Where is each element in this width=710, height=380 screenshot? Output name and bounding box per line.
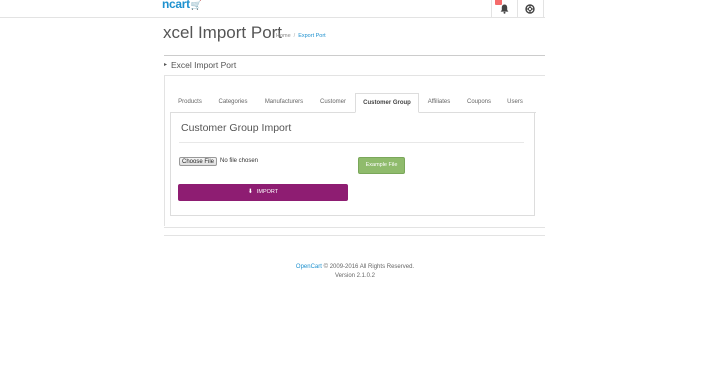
file-status-text: No file chosen bbox=[220, 158, 259, 164]
footer-version: Version 2.1.0.2 bbox=[334, 273, 376, 279]
tab-manufacturers[interactable]: Manufacturers bbox=[259, 93, 309, 112]
tab-products[interactable]: Products bbox=[173, 93, 207, 112]
tab-categories[interactable]: Categories bbox=[214, 93, 252, 112]
cart-icon: 🛒 bbox=[190, 0, 202, 10]
life-ring-icon bbox=[525, 3, 535, 14]
breadcrumb: Home / Export Port bbox=[276, 33, 326, 39]
breadcrumb-separator: / bbox=[293, 33, 296, 39]
top-header: ncart🛒 bbox=[0, 0, 545, 18]
tab-users[interactable]: Users bbox=[504, 93, 526, 112]
copyright-text: © 2009-2016 All Rights Reserved. bbox=[321, 264, 415, 270]
opencart-link[interactable]: OpenCart bbox=[296, 264, 322, 270]
divider bbox=[164, 227, 545, 228]
import-tabs: Products Categories Manufacturers Custom… bbox=[170, 93, 536, 113]
breadcrumb-export-port-link[interactable]: Export Port bbox=[298, 33, 326, 39]
divider bbox=[164, 235, 545, 236]
caret-right-icon: ▸ bbox=[164, 62, 168, 68]
tab-customer[interactable]: Customer bbox=[316, 93, 350, 112]
panel-border bbox=[164, 76, 165, 226]
section-title: Customer Group Import bbox=[181, 122, 292, 134]
panel-heading: ▸ Excel Import Port bbox=[164, 56, 545, 76]
notification-badge bbox=[495, 0, 502, 5]
footer-copyright: OpenCart © 2009-2016 All Rights Reserved… bbox=[0, 264, 710, 270]
import-button[interactable]: ⬇ IMPORT bbox=[178, 184, 348, 201]
header-divider bbox=[543, 0, 544, 17]
breadcrumb-home-link[interactable]: Home bbox=[276, 33, 291, 39]
download-icon: ⬇ bbox=[247, 189, 253, 195]
logo-text: ncart bbox=[162, 0, 190, 11]
bell-icon bbox=[500, 4, 508, 14]
help-button[interactable] bbox=[517, 0, 543, 17]
divider bbox=[179, 142, 524, 143]
page-title: xcel Import Port bbox=[163, 23, 283, 42]
panel-title: Excel Import Port bbox=[171, 60, 237, 70]
tab-affiliates[interactable]: Affiliates bbox=[424, 93, 454, 112]
import-button-label: IMPORT bbox=[256, 189, 279, 195]
tab-customer-group[interactable]: Customer Group bbox=[355, 93, 419, 113]
opencart-logo[interactable]: ncart🛒 bbox=[162, 0, 202, 11]
choose-file-button[interactable]: Choose File bbox=[179, 157, 217, 166]
tab-coupons[interactable]: Coupons bbox=[464, 93, 494, 112]
example-file-button[interactable]: Example File bbox=[358, 157, 405, 174]
